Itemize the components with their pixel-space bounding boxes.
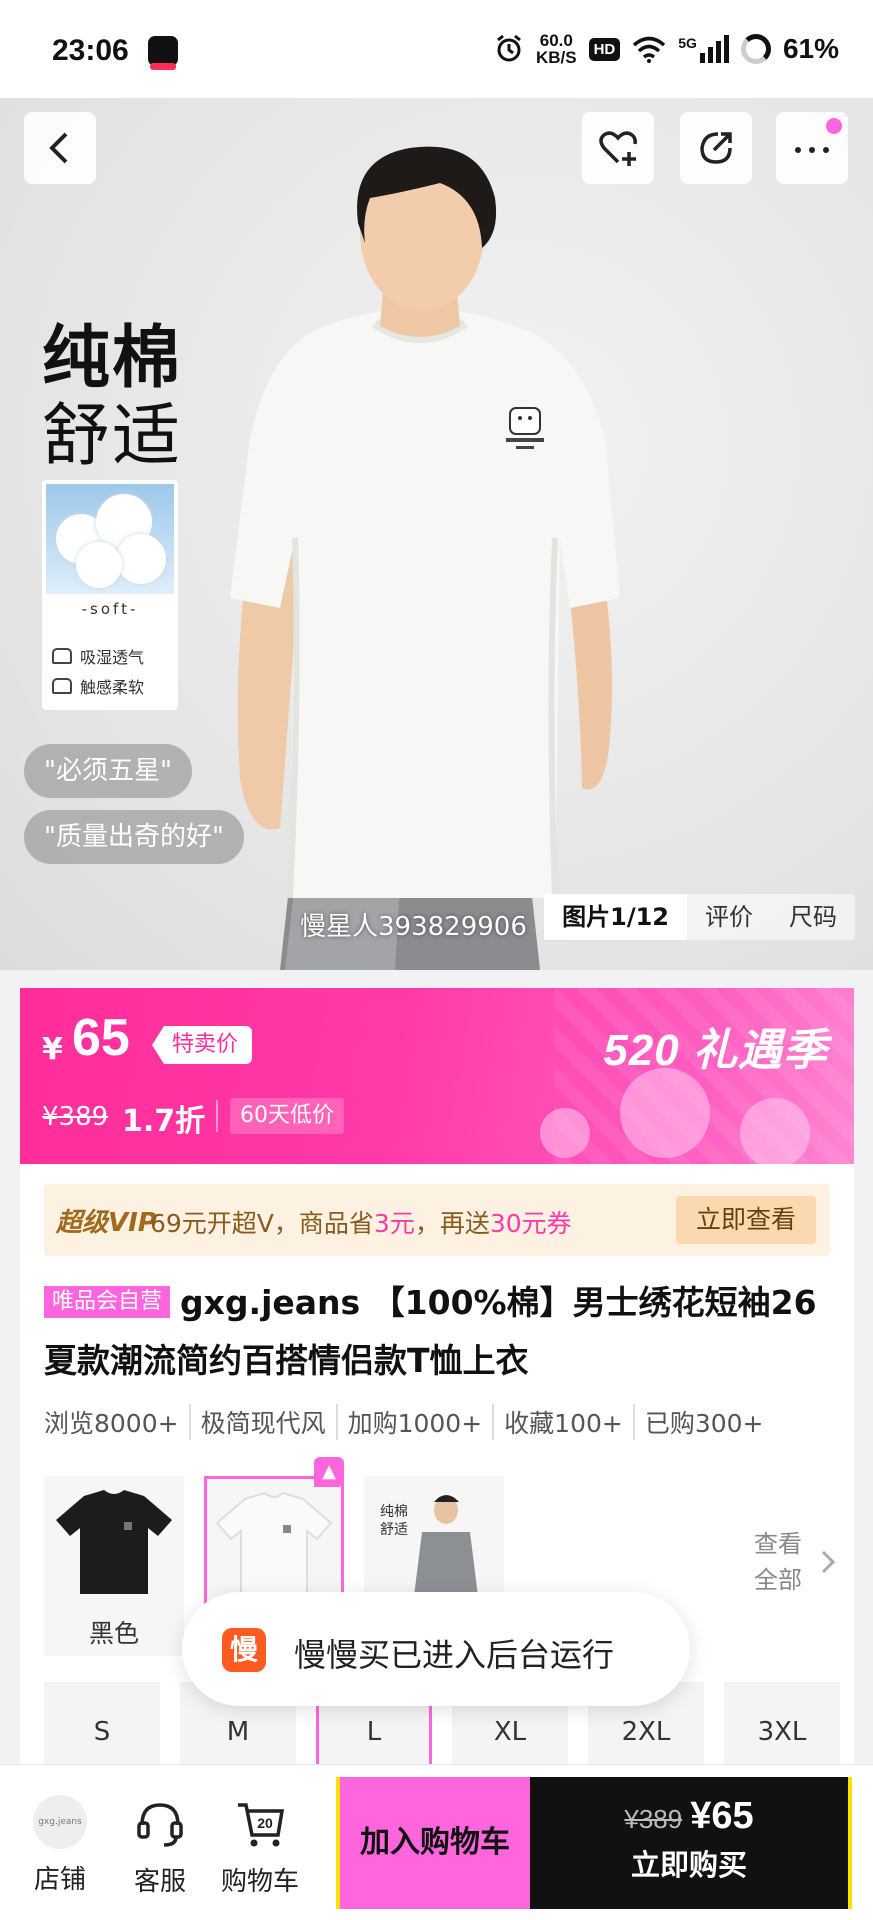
share-button[interactable] — [680, 112, 752, 184]
douyin-notification-icon — [148, 36, 178, 70]
white-tshirt-thumb — [215, 1491, 333, 1598]
buy-now-label: 立即购买 — [630, 1848, 747, 1882]
store-logo-icon: gxg.jeans — [33, 1795, 87, 1849]
event-title: 520 礼遇季 — [603, 1026, 828, 1075]
divider — [216, 1100, 218, 1132]
cotton-image — [46, 484, 174, 594]
discount: 1.7折 — [122, 1104, 206, 1139]
toast-text: 慢慢买已进入后台运行 — [294, 1636, 615, 1674]
see-all-label: 查看 全部 — [754, 1530, 802, 1594]
self-operated-tag: 唯品会自营 — [44, 1286, 171, 1318]
favorite-add-icon — [599, 131, 637, 166]
cart-icon: 20 — [238, 1803, 285, 1847]
status-icons: 60.0 KB/S HD 5G 61% — [494, 32, 839, 66]
variant-black[interactable]: 黑色 — [44, 1476, 184, 1656]
status-time: 23:06 — [52, 34, 129, 67]
stat-purchased: 已购300+ — [632, 1404, 774, 1440]
svg-text:舒适: 舒适 — [380, 1522, 408, 1538]
bottom-action-bar: gxg.jeans 店铺 客服 20 购物车 加入购物车 ¥389 ¥65 立即购… — [0, 1764, 873, 1920]
feature-soft: 触感柔软 — [52, 674, 144, 698]
add-to-cart-button[interactable]: 加入购物车 — [336, 1777, 530, 1909]
cart-button[interactable]: 20 购物车 — [220, 1795, 300, 1898]
net-speed: 60.0 KB/S — [535, 31, 577, 67]
vip-bar[interactable]: 超级VIP 69元开超V，商品省3元，再送30元券 立即查看 — [44, 1184, 830, 1256]
tab-images[interactable]: 图片1/12 — [544, 894, 687, 940]
chevron-right-icon — [821, 1550, 836, 1574]
product-title: 唯品会自营 gxg.jeans 【100%棉】男士绣花短袖26夏款潮流简约百搭情侣… — [44, 1283, 817, 1380]
feature-breathable: 吸湿透气 — [52, 644, 144, 668]
black-tshirt-thumb — [56, 1490, 172, 1594]
store-button[interactable]: gxg.jeans 店铺 — [20, 1795, 100, 1896]
wifi-icon — [633, 36, 666, 63]
fabric-card: -soft- 吸湿透气 触感柔软 — [42, 480, 178, 710]
battery-icon — [740, 34, 771, 64]
image-tabs: 图片1/12 评价 尺码 — [544, 894, 855, 940]
share-icon — [700, 132, 732, 164]
sale-price: 65 — [72, 1009, 130, 1067]
soft-label: -soft- — [81, 600, 139, 618]
hd-icon: HD — [588, 37, 621, 61]
soft-touch-icon — [52, 678, 72, 694]
back-icon — [49, 132, 68, 164]
hot-flame-icon: ▲ — [314, 1457, 344, 1487]
status-bar: 23:06 60.0 KB/S HD 5G 61% — [0, 0, 873, 98]
more-button[interactable] — [776, 112, 848, 184]
watermark: 慢星人393829906 — [300, 912, 527, 942]
product-hero-image[interactable]: 纯棉 舒适 -soft- 吸湿透气 触感柔软 "必须五星" "质量出奇的好" 慢… — [0, 98, 873, 970]
price-currency: ¥ — [42, 1032, 63, 1067]
review-pill: "质量出奇的好" — [24, 810, 244, 864]
svg-text:纯棉: 纯棉 — [380, 1503, 408, 1520]
original-price: ¥389 — [42, 1102, 109, 1132]
vip-text: 69元开超V，商品省3元，再送30元券 — [150, 1209, 572, 1238]
manmanmai-app-icon: 慢 — [222, 1628, 266, 1672]
alarm-icon — [497, 34, 521, 62]
see-all-variants[interactable]: 查看 全部 — [754, 1526, 836, 1598]
customer-service-button[interactable]: 客服 — [120, 1795, 200, 1898]
model-photo — [230, 146, 620, 970]
tab-reviews[interactable]: 评价 — [687, 894, 771, 940]
favorite-button[interactable] — [582, 112, 654, 184]
stat-added: 加购1000+ — [335, 1404, 493, 1440]
battery-percent: 61% — [782, 33, 839, 64]
hero-headline: 纯棉 舒适 — [42, 319, 183, 476]
breathable-icon — [52, 648, 72, 664]
stat-views: 浏览8000+ — [44, 1409, 179, 1438]
product-stats: 浏览8000+ 极简现代风 加购1000+ 收藏100+ 已购300+ — [44, 1404, 774, 1440]
tab-size[interactable]: 尺码 — [771, 894, 855, 940]
back-button[interactable] — [24, 112, 96, 184]
low-price-badge: 60天低价 — [230, 1098, 344, 1134]
vip-label: 超级VIP — [56, 1208, 157, 1238]
review-pill: "必须五星" — [24, 744, 192, 798]
signal-5g-icon: 5G — [678, 35, 729, 63]
notification-dot — [826, 118, 842, 134]
sale-price-tag: 特卖价 — [152, 1026, 253, 1064]
stat-style: 极简现代风 — [188, 1404, 336, 1440]
vip-view-button[interactable]: 立即查看 — [675, 1196, 816, 1244]
more-icon — [795, 147, 829, 153]
stat-favorites: 收藏100+ — [492, 1404, 633, 1440]
cart-count: 20 — [257, 1815, 273, 1831]
price-banner: ¥ 65 特卖价 ¥389 1.7折 60天低价 520 礼遇季 — [20, 988, 854, 1164]
buy-price: ¥389 ¥65 — [624, 1795, 754, 1837]
buy-now-button[interactable]: ¥389 ¥65 立即购买 — [530, 1777, 852, 1909]
headset-icon — [137, 1803, 183, 1847]
background-toast: 慢 慢慢买已进入后台运行 — [182, 1592, 690, 1706]
